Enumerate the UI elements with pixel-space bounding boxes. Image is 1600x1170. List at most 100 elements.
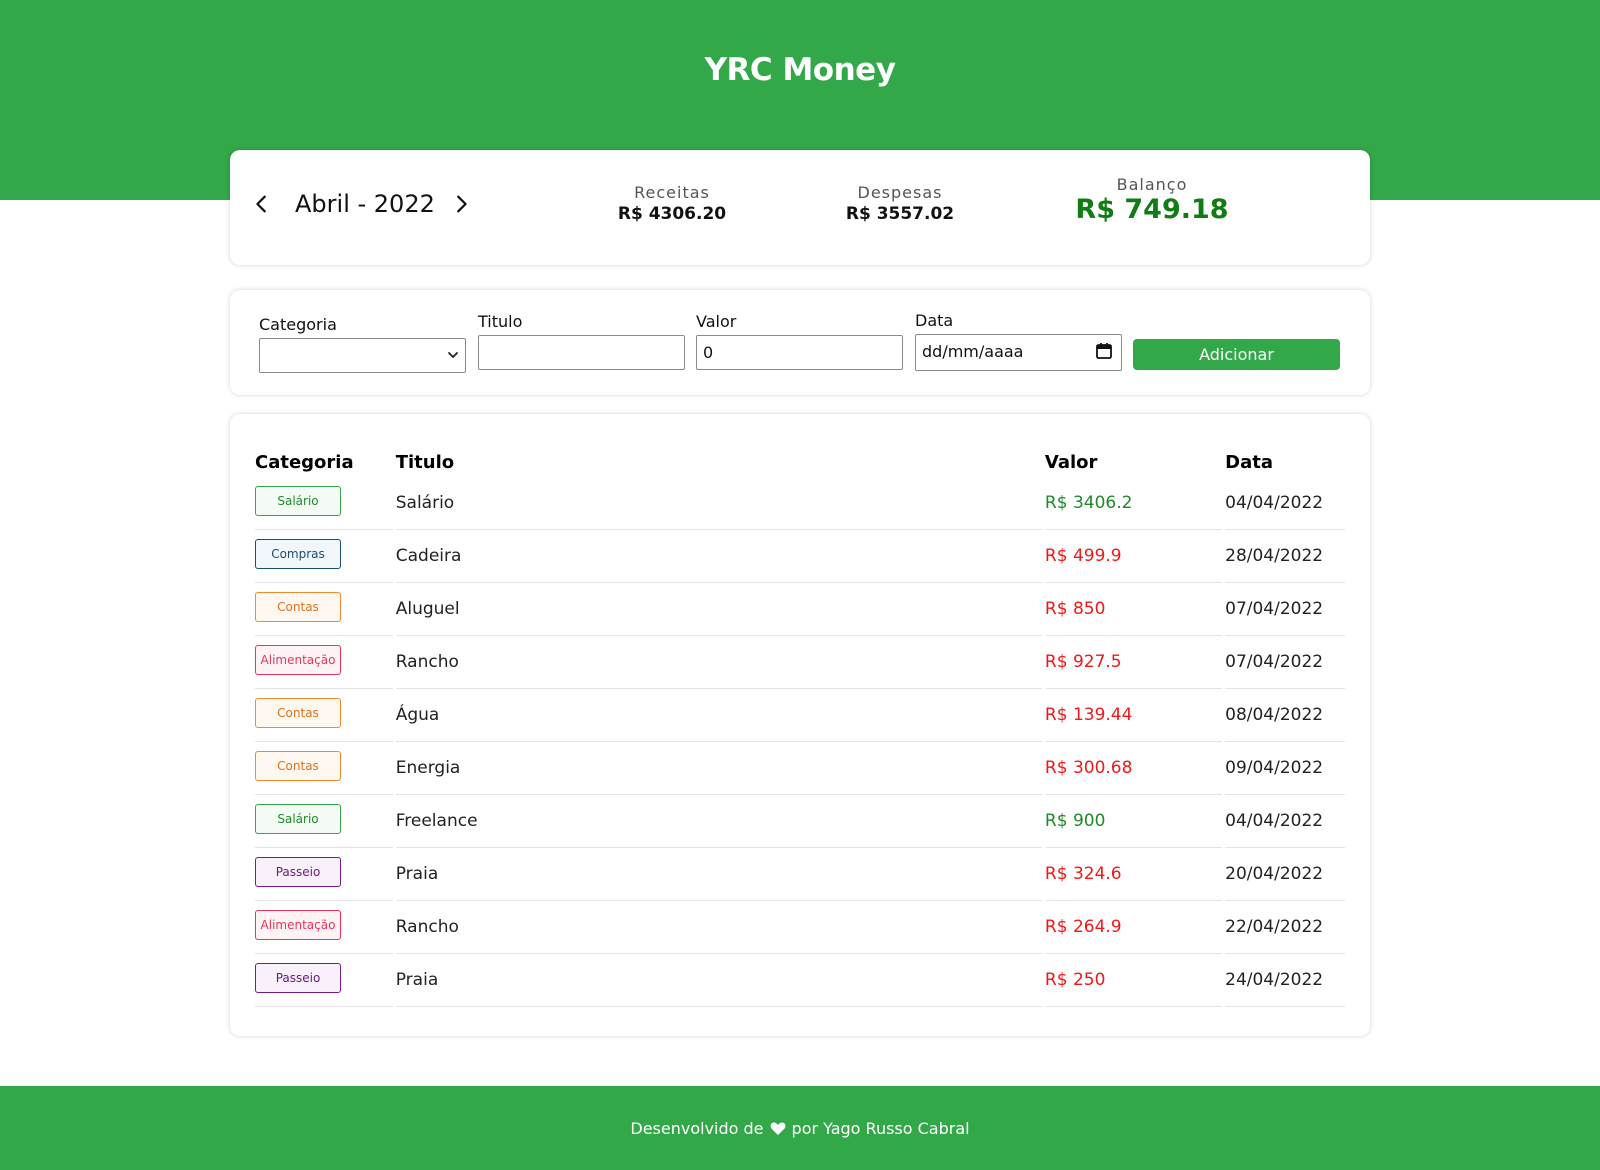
- header-titulo: Titulo: [395, 451, 455, 473]
- data-field-label: Data: [915, 311, 954, 330]
- receitas-value: R$ 4306.20: [617, 204, 727, 224]
- footer: Desenvolvido de por Yago Russo Cabral: [0, 1086, 1600, 1170]
- cell-data: 24/04/2022: [1225, 954, 1345, 1007]
- titulo-field-label: Titulo: [478, 312, 523, 331]
- category-badge: Salário: [255, 485, 341, 516]
- cell-titulo: Cadeira: [395, 530, 1042, 583]
- despesas-value: R$ 3557.02: [845, 204, 955, 224]
- chevron-left-icon: [256, 195, 266, 213]
- transactions-card: Categoria Titulo Valor Data Salário Salár…: [230, 414, 1370, 1036]
- valor-input-value: 0: [703, 343, 714, 362]
- table-row: Passeio Praia R$ 324.6 20/04/2022: [255, 848, 1345, 901]
- cell-categoria: Contas: [255, 583, 393, 636]
- cell-categoria: Passeio: [255, 954, 393, 1007]
- cell-valor: R$ 850: [1044, 583, 1223, 636]
- cell-categoria: Alimentação: [255, 901, 393, 954]
- table-row: Passeio Praia R$ 250 24/04/2022: [255, 954, 1345, 1007]
- header-valor: Valor: [1044, 451, 1098, 473]
- table-row: Contas Aluguel R$ 850 07/04/2022: [255, 583, 1345, 636]
- cell-categoria: Contas: [255, 689, 393, 742]
- cell-titulo: Salário: [395, 477, 1042, 530]
- data-input-placeholder: dd/mm/aaaa: [922, 342, 1024, 361]
- category-badge: Passeio: [255, 962, 341, 993]
- table-header-row: Categoria Titulo Valor Data: [255, 439, 1345, 477]
- cell-categoria: Passeio: [255, 848, 393, 901]
- valor-input[interactable]: 0: [696, 335, 903, 370]
- category-badge: Contas: [255, 697, 341, 728]
- cell-valor: R$ 139.44: [1044, 689, 1223, 742]
- cell-valor: R$ 264.9: [1044, 901, 1223, 954]
- calendar-icon[interactable]: [1095, 342, 1113, 360]
- table-row: Alimentação Rancho R$ 264.9 22/04/2022: [255, 901, 1345, 954]
- table-row: Compras Cadeira R$ 499.9 28/04/2022: [255, 530, 1345, 583]
- category-badge: Alimentação: [255, 909, 341, 940]
- cell-categoria: Salário: [255, 795, 393, 848]
- categoria-field: Categoria: [259, 315, 467, 373]
- chevron-right-icon: [457, 195, 467, 213]
- cell-data: 04/04/2022: [1225, 477, 1345, 530]
- cell-valor: R$ 927.5: [1044, 636, 1223, 689]
- cell-titulo: Energia: [395, 742, 1042, 795]
- titulo-input[interactable]: [478, 335, 685, 370]
- cell-data: 09/04/2022: [1225, 742, 1345, 795]
- chevron-down-icon: [448, 352, 458, 358]
- cell-titulo: Praia: [395, 848, 1042, 901]
- previous-month-button[interactable]: [247, 188, 277, 220]
- despesas-label: Despesas: [857, 183, 943, 202]
- add-entry-form: Categoria Titulo Valor 0 Data dd/mm/aaaa…: [230, 290, 1370, 395]
- balanco-value: R$ 749.18: [1075, 194, 1229, 225]
- cell-titulo: Rancho: [395, 901, 1042, 954]
- balanco-stat: Balanço R$ 749.18: [1062, 175, 1242, 225]
- category-badge: Salário: [255, 803, 341, 834]
- cell-titulo: Aluguel: [395, 583, 1042, 636]
- cell-valor: R$ 324.6: [1044, 848, 1223, 901]
- cell-valor: R$ 499.9: [1044, 530, 1223, 583]
- app-title: YRC Money: [704, 52, 896, 88]
- cell-titulo: Praia: [395, 954, 1042, 1007]
- table-row: Alimentação Rancho R$ 927.5 07/04/2022: [255, 636, 1345, 689]
- next-month-button[interactable]: [446, 188, 476, 220]
- footer-prefix: Desenvolvido de: [630, 1118, 764, 1138]
- table-row: Contas Energia R$ 300.68 09/04/2022: [255, 742, 1345, 795]
- cell-categoria: Alimentação: [255, 636, 393, 689]
- data-input[interactable]: dd/mm/aaaa: [915, 334, 1122, 371]
- valor-field: Valor 0: [696, 312, 904, 370]
- summary-card: Abril - 2022 Receitas R$ 4306.20 Despesa…: [230, 150, 1370, 265]
- cell-titulo: Água: [395, 689, 1042, 742]
- balanco-label: Balanço: [1116, 175, 1188, 194]
- category-badge: Compras: [255, 538, 341, 569]
- cell-data: 20/04/2022: [1225, 848, 1345, 901]
- cell-data: 07/04/2022: [1225, 583, 1345, 636]
- category-badge: Contas: [255, 750, 341, 781]
- cell-categoria: Contas: [255, 742, 393, 795]
- category-badge: Passeio: [255, 856, 341, 887]
- heart-icon: [770, 1122, 785, 1135]
- categoria-select[interactable]: [259, 338, 466, 373]
- valor-field-label: Valor: [696, 312, 737, 331]
- adicionar-button[interactable]: Adicionar: [1133, 339, 1340, 370]
- cell-valor: R$ 900: [1044, 795, 1223, 848]
- category-badge: Contas: [255, 591, 341, 622]
- table-row: Contas Água R$ 139.44 08/04/2022: [255, 689, 1345, 742]
- receitas-stat: Receitas R$ 4306.20: [602, 183, 742, 224]
- cell-data: 28/04/2022: [1225, 530, 1345, 583]
- data-field: Data dd/mm/aaaa: [915, 311, 1123, 371]
- category-badge: Alimentação: [255, 644, 341, 675]
- header-categoria: Categoria: [255, 451, 354, 473]
- categoria-field-label: Categoria: [259, 315, 337, 334]
- cell-titulo: Rancho: [395, 636, 1042, 689]
- cell-data: 07/04/2022: [1225, 636, 1345, 689]
- cell-data: 08/04/2022: [1225, 689, 1345, 742]
- cell-categoria: Compras: [255, 530, 393, 583]
- cell-data: 22/04/2022: [1225, 901, 1345, 954]
- table-row: Salário Freelance R$ 900 04/04/2022: [255, 795, 1345, 848]
- cell-valor: R$ 3406.2: [1044, 477, 1223, 530]
- titulo-field: Titulo: [478, 312, 686, 370]
- receitas-label: Receitas: [634, 183, 710, 202]
- month-label: Abril - 2022: [295, 190, 435, 218]
- cell-data: 04/04/2022: [1225, 795, 1345, 848]
- footer-suffix: por Yago Russo Cabral: [791, 1118, 970, 1138]
- table-row: Salário Salário R$ 3406.2 04/04/2022: [255, 477, 1345, 530]
- despesas-stat: Despesas R$ 3557.02: [830, 183, 970, 224]
- cell-categoria: Salário: [255, 477, 393, 530]
